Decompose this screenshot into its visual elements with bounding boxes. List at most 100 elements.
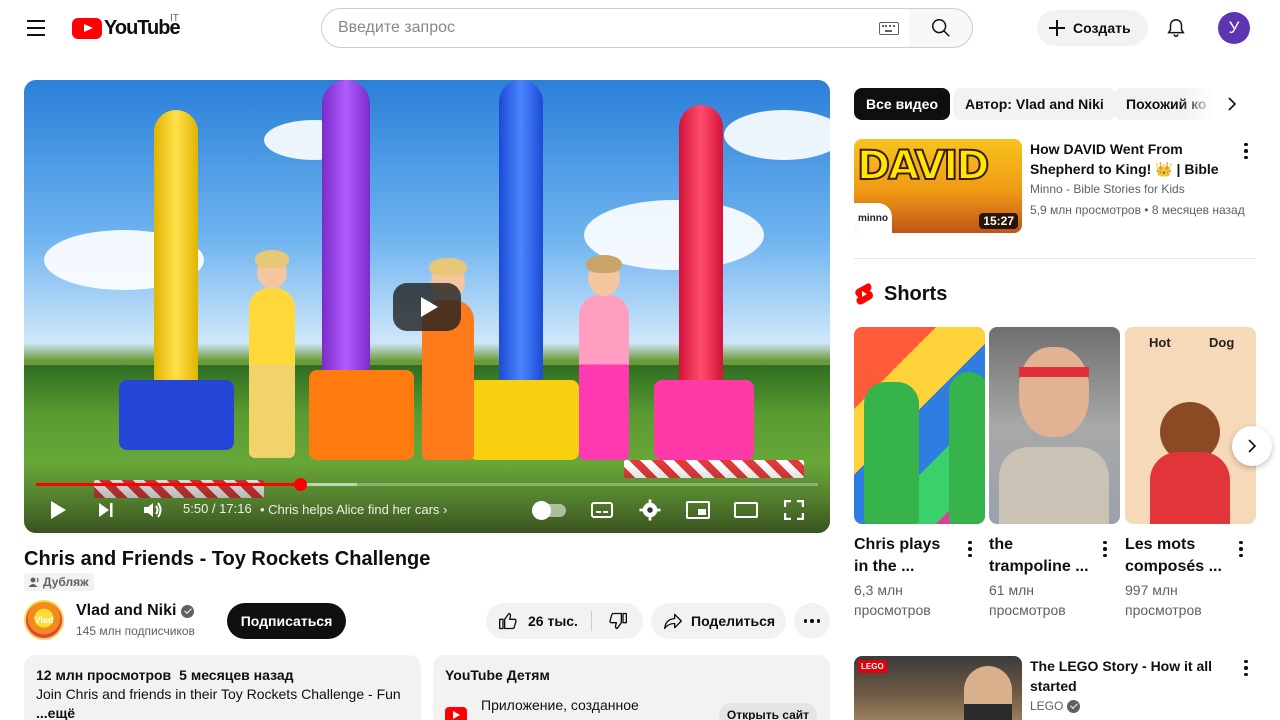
more-vertical-icon bbox=[968, 540, 972, 558]
play-icon bbox=[51, 501, 66, 519]
progress-bar[interactable] bbox=[36, 478, 818, 491]
rocket-fin bbox=[654, 380, 754, 460]
view-count: 12 млн просмотров bbox=[36, 667, 172, 683]
more-vertical-icon bbox=[1239, 540, 1243, 558]
description-more-link[interactable]: ...ещё bbox=[36, 705, 409, 720]
kids-card-title: YouTube Детям bbox=[445, 667, 550, 683]
channel-avatar[interactable]: Vlad Niki bbox=[24, 600, 64, 640]
play-button[interactable] bbox=[38, 490, 78, 530]
autoplay-toggle[interactable] bbox=[532, 501, 566, 520]
kid bbox=[249, 288, 295, 458]
kid bbox=[255, 250, 289, 268]
player-controls: 5:50 / 17:16 • Chris helps Alice find he… bbox=[24, 490, 830, 530]
short-views: 6,3 млн просмотров bbox=[854, 582, 931, 618]
search-button[interactable] bbox=[909, 8, 973, 48]
next-icon bbox=[99, 503, 113, 517]
short-title[interactable]: the trampoline ... bbox=[989, 534, 1093, 578]
large-play-button[interactable] bbox=[393, 283, 461, 331]
video-title[interactable]: How DAVID Went From Shepherd to King! 👑 … bbox=[1030, 139, 1230, 179]
more-actions-button[interactable] bbox=[794, 603, 830, 639]
volume-button[interactable] bbox=[133, 490, 173, 530]
short-item[interactable]: Chris plays in the ... 6,3 млн просмотро… bbox=[854, 327, 985, 620]
volume-icon bbox=[144, 502, 162, 518]
verified-icon bbox=[181, 604, 195, 618]
video-menu-button[interactable] bbox=[1234, 656, 1258, 680]
miniplayer-button[interactable] bbox=[678, 490, 718, 530]
lego-logo: LEGO bbox=[858, 660, 887, 673]
share-icon bbox=[664, 613, 682, 630]
channel-name[interactable]: LEGO bbox=[1030, 699, 1081, 713]
settings-button[interactable] bbox=[630, 490, 670, 530]
short-item[interactable]: Hot Dog Les mots composés ... 997 млн пр… bbox=[1125, 327, 1256, 620]
video-thumbnail[interactable]: LEGO bbox=[854, 656, 1022, 720]
thumbnail-text: DAVID bbox=[856, 142, 990, 190]
headband bbox=[1019, 367, 1089, 377]
video-thumbnail[interactable]: DAVID minno 15:27 bbox=[854, 139, 1022, 233]
rocket-red bbox=[679, 105, 723, 395]
recommended-video[interactable]: DAVID minno 15:27 How DAVID Went From Sh… bbox=[854, 139, 1256, 233]
fullscreen-button[interactable] bbox=[774, 490, 814, 530]
search-box bbox=[321, 8, 910, 48]
keyboard-icon[interactable] bbox=[879, 22, 899, 35]
open-site-button[interactable]: Открыть сайт bbox=[719, 703, 817, 720]
description-meta: 12 млн просмотров 5 месяцев назад bbox=[36, 667, 409, 683]
short-item[interactable]: the trampoline ... 61 млн просмотров bbox=[989, 327, 1120, 620]
subscribe-button[interactable]: Подписаться bbox=[227, 603, 346, 639]
dislike-button[interactable] bbox=[592, 603, 643, 639]
create-label: Создать bbox=[1073, 20, 1131, 36]
shorts-next-button[interactable] bbox=[1232, 426, 1272, 466]
cloud bbox=[724, 110, 830, 160]
channel-name[interactable]: Minno - Bible Stories for Kids bbox=[1030, 182, 1185, 196]
description-box[interactable]: 12 млн просмотров 5 месяцев назад Join C… bbox=[24, 655, 421, 720]
short-thumbnail[interactable]: Hot Dog bbox=[1125, 327, 1256, 524]
kids-card-text: Приложение, созданное bbox=[481, 697, 639, 713]
theater-button[interactable] bbox=[726, 490, 766, 530]
short-menu-button[interactable] bbox=[1093, 537, 1117, 561]
gear-icon bbox=[639, 499, 661, 521]
video-title[interactable]: The LEGO Story - How it all started bbox=[1030, 656, 1230, 696]
chapter-button[interactable]: • Chris helps Alice find her cars › bbox=[260, 502, 447, 517]
like-count: 26 тыс. bbox=[528, 613, 578, 629]
short-views: 61 млн просмотров bbox=[989, 582, 1066, 618]
short-menu-button[interactable] bbox=[1229, 537, 1253, 561]
chip-author[interactable]: Автор: Vlad and Niki bbox=[953, 88, 1116, 120]
thumbnail-text: Dog bbox=[1209, 335, 1235, 350]
theater-icon bbox=[734, 502, 758, 518]
account-avatar[interactable]: У bbox=[1218, 12, 1250, 44]
kid bbox=[579, 295, 629, 460]
create-button[interactable]: Создать bbox=[1037, 10, 1148, 46]
notifications-button[interactable] bbox=[1156, 8, 1196, 48]
channel-name-text: LEGO bbox=[1030, 699, 1064, 713]
rocket-yellow bbox=[154, 110, 198, 410]
chip-all[interactable]: Все видео bbox=[854, 88, 951, 120]
shorts-icon bbox=[855, 283, 873, 305]
next-button[interactable] bbox=[86, 490, 126, 530]
short-title[interactable]: Les mots composés ... bbox=[1125, 534, 1229, 578]
youtube-logo[interactable]: YouTube bbox=[72, 16, 181, 39]
more-horizontal-icon bbox=[803, 619, 821, 623]
short-menu-button[interactable] bbox=[958, 537, 982, 561]
section-divider bbox=[854, 258, 1256, 259]
video-meta: 5,9 млн просмотров • 8 месяцев назад bbox=[1030, 203, 1245, 217]
video-menu-button[interactable] bbox=[1234, 139, 1258, 163]
share-button[interactable]: Поделиться bbox=[651, 603, 786, 639]
country-code: IT bbox=[170, 13, 179, 24]
chevron-right-icon bbox=[1228, 97, 1237, 111]
like-button[interactable]: 26 тыс. bbox=[486, 603, 591, 639]
rocket-purple bbox=[322, 80, 370, 380]
short-thumbnail[interactable] bbox=[989, 327, 1120, 524]
chips-next-button[interactable] bbox=[1216, 88, 1248, 120]
masthead: YouTube IT Создать У bbox=[0, 0, 1280, 56]
rocket-fin bbox=[309, 370, 414, 460]
video-title: Chris and Friends - Toy Rockets Challeng… bbox=[24, 548, 431, 570]
short-title[interactable]: Chris plays in the ... bbox=[854, 534, 958, 578]
menu-icon[interactable] bbox=[16, 8, 56, 48]
video-player[interactable]: 5:50 / 17:16 • Chris helps Alice find he… bbox=[24, 80, 830, 533]
person bbox=[1019, 347, 1089, 437]
subtitles-button[interactable] bbox=[582, 490, 622, 530]
recommended-video[interactable]: LEGO The LEGO Story - How it all started… bbox=[854, 656, 1256, 720]
search-input[interactable] bbox=[338, 19, 858, 37]
channel-name[interactable]: Vlad and Niki bbox=[76, 602, 195, 620]
logo-text: YouTube bbox=[104, 16, 181, 39]
short-thumbnail[interactable] bbox=[854, 327, 985, 524]
